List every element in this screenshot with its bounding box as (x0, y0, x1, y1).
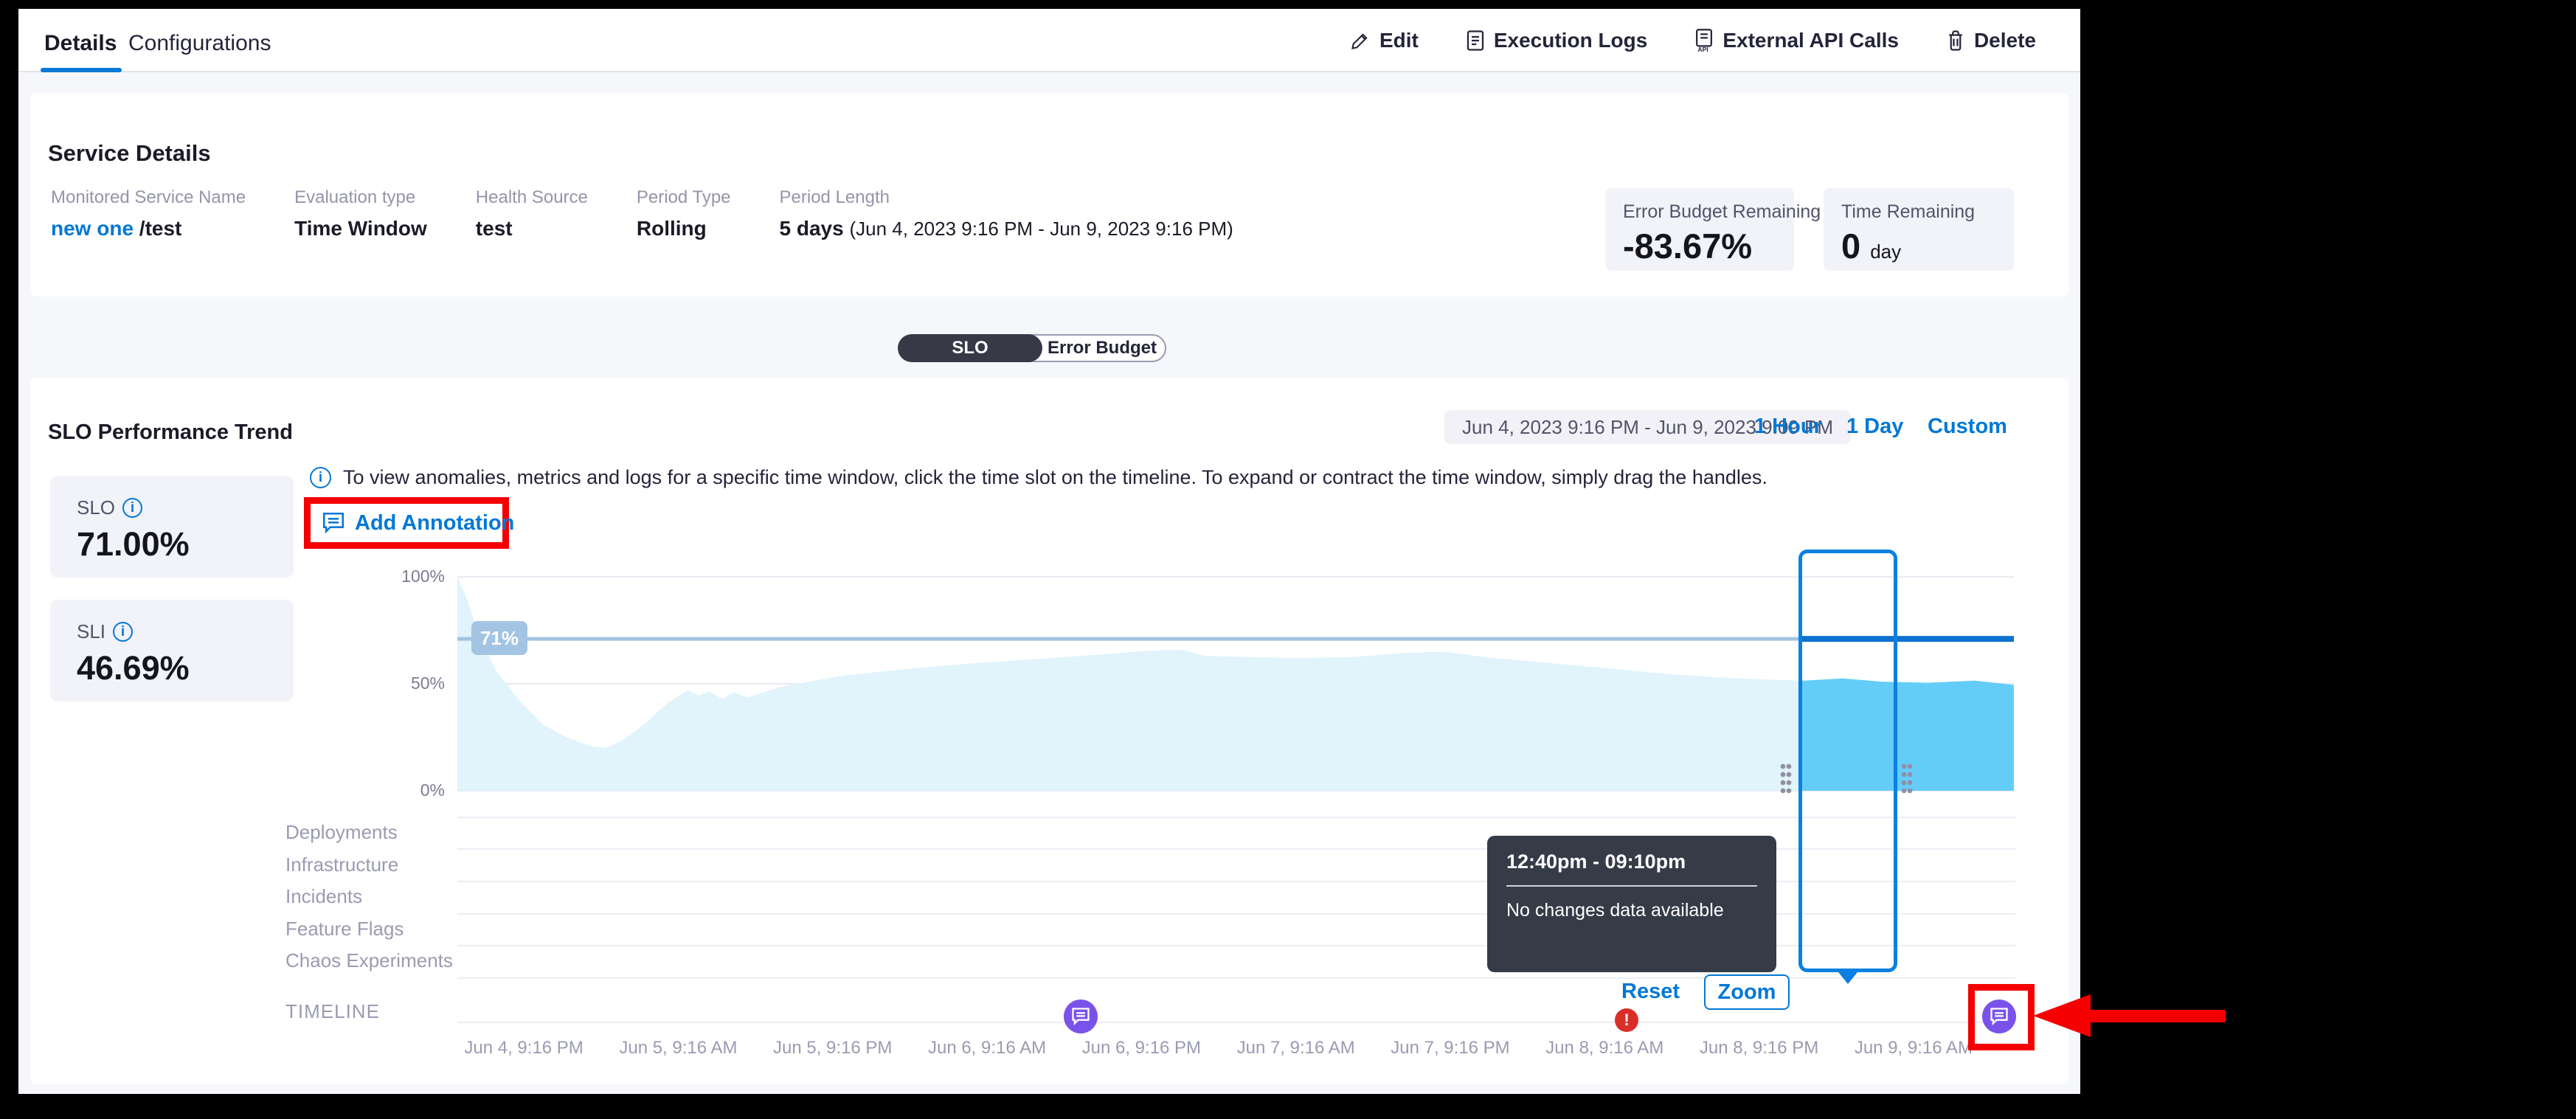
slo-trend-card: SLO Performance Trend Jun 4, 2023 9:16 P… (30, 378, 2068, 1084)
error-budget-remaining-value: -83.67% (1623, 226, 1776, 266)
info-icon: i (310, 467, 331, 488)
error-budget-remaining-box: Error Budget Remaining -83.67% (1605, 188, 1794, 271)
y-tick-label: 0% (386, 780, 445, 800)
change-row-label: Chaos Experiments (285, 945, 453, 977)
monitored-service-link[interactable]: new one (51, 217, 134, 240)
service-details-card: Service Details Monitored Service Namene… (30, 93, 2068, 297)
tab-configurations[interactable]: Configurations (128, 31, 271, 56)
x-tick-label: Jun 9, 9:16 AM (1840, 1038, 1987, 1059)
service-fields: Monitored Service Namenew one /test Evalu… (51, 187, 1233, 240)
sli-info-icon[interactable]: i (113, 622, 133, 642)
change-row-label: Infrastructure (285, 849, 398, 881)
slo-info-icon[interactable]: i (122, 498, 142, 518)
service-field: Health Sourcetest (476, 187, 588, 240)
add-annotation-button[interactable]: Add Annotation (304, 497, 509, 549)
svg-text:API: API (1698, 46, 1708, 52)
service-field: Period TypeRolling (637, 187, 731, 240)
objective-value-chip: 71% (471, 621, 527, 655)
reset-button[interactable]: Reset (1621, 980, 1680, 1004)
header-toolbar: Edit Execution Logs API External API Cal… (1350, 9, 2036, 72)
selection-right-handle[interactable] (1901, 763, 1913, 795)
change-row-label: Deployments (285, 817, 398, 848)
selection-left-handle[interactable] (1780, 763, 1792, 795)
x-tick-label: Jun 5, 9:16 PM (759, 1038, 907, 1059)
time-selection-window[interactable] (1798, 550, 1897, 972)
x-tick-label: Jun 7, 9:16 PM (1377, 1038, 1524, 1059)
annotation-marker-icon[interactable] (1064, 1000, 1098, 1033)
zoom-button[interactable]: Zoom (1704, 974, 1790, 1010)
delete-button[interactable]: Delete (1946, 29, 2036, 52)
tab-details[interactable]: Details (44, 31, 117, 56)
x-tick-label: Jun 7, 9:16 AM (1222, 1038, 1370, 1059)
edit-button[interactable]: Edit (1350, 29, 1419, 52)
timeline-row-label: TIMELINE (285, 996, 380, 1028)
service-field: Evaluation typeTime Window (294, 187, 427, 240)
red-arrow-head (2033, 994, 2091, 1037)
x-tick-label: Jun 8, 9:16 AM (1531, 1038, 1678, 1059)
toggle-slo[interactable]: SLO (898, 334, 1042, 362)
header-bar: Details Configurations Edit Execution Lo… (18, 9, 2080, 72)
service-field: Period Length5 days (Jun 4, 2023 9:16 PM… (780, 187, 1233, 240)
trash-icon (1946, 30, 1965, 52)
external-api-calls-button[interactable]: API External API Calls (1694, 29, 1899, 52)
change-row-label: Feature Flags (285, 913, 404, 945)
slo-trend-chart[interactable] (457, 552, 2015, 795)
x-tick-label: Jun 8, 9:16 PM (1686, 1038, 1833, 1059)
changes-tooltip: 12:40pm - 09:10pm No changes data availa… (1487, 836, 1776, 972)
time-remaining-value: 0 day (1841, 226, 1996, 266)
document-icon (1466, 30, 1485, 52)
slo-errorbudget-toggle: SLO Error Budget (898, 334, 1166, 362)
toggle-error-budget[interactable]: Error Budget (1028, 334, 1166, 362)
pencil-icon (1350, 30, 1371, 51)
range-custom[interactable]: Custom (1928, 415, 2007, 439)
error-marker-icon[interactable]: ! (1615, 1008, 1638, 1032)
x-tick-label: Jun 6, 9:16 AM (913, 1038, 1061, 1059)
y-tick-label: 50% (386, 673, 445, 693)
slo-details-app: Details Configurations Edit Execution Lo… (18, 9, 2080, 1094)
range-1-hour[interactable]: 1 Hour (1754, 415, 1822, 439)
range-1-day[interactable]: 1 Day (1846, 415, 1903, 439)
x-tick-label: Jun 4, 9:16 PM (450, 1038, 598, 1059)
sli-kpi-box: SLIi 46.69% (50, 600, 294, 701)
red-arrow-shaft (2090, 1010, 2226, 1022)
slo-value: 71.00% (77, 525, 294, 564)
service-details-title: Service Details (48, 140, 211, 167)
sli-value: 46.69% (77, 649, 294, 687)
execution-logs-button[interactable]: Execution Logs (1466, 29, 1647, 52)
annotation-chat-icon (321, 511, 346, 535)
y-tick-label: 100% (386, 567, 445, 586)
change-row-label: Incidents (285, 881, 362, 912)
api-document-icon: API (1694, 29, 1714, 52)
active-tab-underline (41, 68, 122, 72)
service-field: Monitored Service Namenew one /test (51, 187, 246, 240)
annotation-highlight-box (1968, 984, 2035, 1050)
time-remaining-box: Time Remaining 0 day (1824, 188, 2014, 271)
trend-title: SLO Performance Trend (48, 420, 293, 445)
timeline-hint: i To view anomalies, metrics and logs fo… (310, 466, 1767, 489)
screenshot-page: Details Configurations Edit Execution Lo… (0, 0, 2576, 1119)
x-tick-label: Jun 5, 9:16 AM (604, 1038, 752, 1059)
slo-kpi-box: SLOi 71.00% (50, 476, 294, 578)
x-tick-label: Jun 6, 9:16 PM (1067, 1038, 1215, 1059)
